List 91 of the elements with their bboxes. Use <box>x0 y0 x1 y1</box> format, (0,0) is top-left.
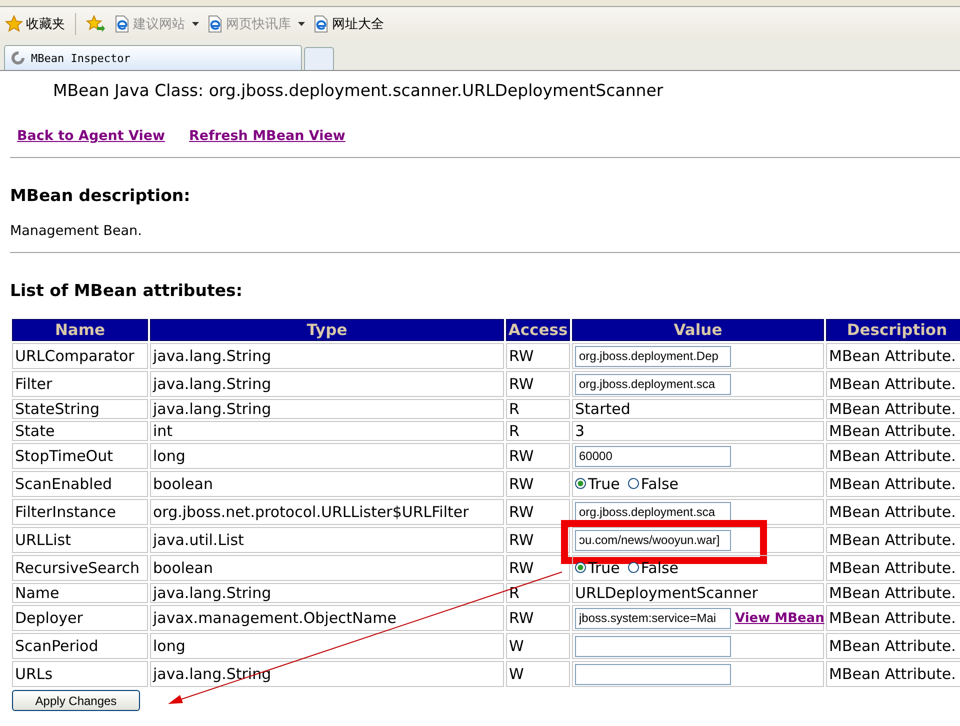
table-cell: Name <box>12 583 148 603</box>
table-cell: int <box>150 421 504 441</box>
table-cell: java.lang.String <box>150 343 504 369</box>
table-cell: RW <box>506 371 570 397</box>
value-text: 3 <box>575 422 585 440</box>
input-field[interactable] <box>575 636 731 656</box>
table-cell: MBean Attribute. <box>826 605 960 631</box>
table-cell: RecursiveSearch <box>12 555 148 581</box>
section-heading: List of MBean attributes: <box>10 281 244 300</box>
input-field[interactable] <box>575 664 731 684</box>
table-cell: long <box>150 633 504 659</box>
table-cell: MBean Attribute. <box>826 555 960 581</box>
add-favorite-icon[interactable] <box>86 14 106 32</box>
description-text: Management Bean. <box>10 223 143 239</box>
table-cell: FilterInstance <box>12 499 148 525</box>
web-page-icon <box>313 14 329 32</box>
page-link[interactable]: Refresh MBean View <box>189 128 346 144</box>
table-cell: ScanEnabled <box>12 471 148 497</box>
table-cell: RW <box>506 555 570 581</box>
table-cell: StateString <box>12 399 148 419</box>
table-cell: boolean <box>150 471 504 497</box>
web-page-icon <box>207 14 223 32</box>
table-cell: RW <box>506 527 570 553</box>
table-cell: RW <box>506 605 570 631</box>
table-cell: RW <box>506 499 570 525</box>
table-cell: MBean Attribute. <box>826 527 960 553</box>
input-field[interactable]: ɔu.com/news/wooyun.war] <box>575 530 731 550</box>
table-cell: MBean Attribute. <box>826 471 960 497</box>
column-header: Value <box>572 319 824 341</box>
table-cell: MBean Attribute. <box>826 661 960 687</box>
table-cell: MBean Attribute. <box>826 421 960 441</box>
table-cell: java.lang.String <box>150 371 504 397</box>
table-cell: RW <box>506 343 570 369</box>
favorites-link-label: 网页快讯库 <box>226 16 291 32</box>
table-cell: StopTimeOut <box>12 443 148 469</box>
table-cell: MBean Attribute. <box>826 633 960 659</box>
star-icon <box>5 14 23 32</box>
table-cell: Filter <box>12 371 148 397</box>
class-name-text: MBean Java Class: org.jboss.deployment.scanner.URLDeploymentScanner <box>52 81 664 100</box>
table-cell: java.lang.String <box>150 399 504 419</box>
loading-icon <box>11 51 25 65</box>
column-header: Access <box>506 319 570 341</box>
input-field[interactable]: 60000 <box>575 446 731 466</box>
page-link[interactable]: Back to Agent View <box>17 128 166 144</box>
table-cell: R <box>506 399 570 419</box>
table-cell: MBean Attribute. <box>826 443 960 469</box>
value-text: URLDeploymentScanner <box>575 584 758 602</box>
radio-option[interactable]: True <box>575 558 620 577</box>
table-cell: javax.management.ObjectName <box>150 605 504 631</box>
table-cell: java.util.List <box>150 527 504 553</box>
web-page-icon <box>114 14 130 32</box>
favorites-link-label: 网址大全 <box>332 16 384 32</box>
table-cell: W <box>506 633 570 659</box>
table-cell: RW <box>506 471 570 497</box>
table-cell: org.jboss.net.protocol.URLLister$URLFilter <box>150 499 504 525</box>
table-cell: URLComparator <box>12 343 148 369</box>
table-cell: MBean Attribute. <box>826 583 960 603</box>
input-field[interactable]: org.jboss.deployment.sca <box>575 374 731 394</box>
input-field[interactable]: jboss.system:service=Mai <box>575 608 731 628</box>
column-header: Type <box>150 319 504 341</box>
browser-tab[interactable]: MBean Inspector <box>4 45 302 70</box>
column-header: Description <box>826 319 960 341</box>
table-cell: W <box>506 661 570 687</box>
table-cell: boolean <box>150 555 504 581</box>
table-cell: MBean Attribute. <box>826 343 960 369</box>
radio-option[interactable]: False <box>628 474 679 493</box>
table-cell: R <box>506 421 570 441</box>
table-cell: MBean Attribute. <box>826 499 960 525</box>
value-text: Started <box>575 400 630 418</box>
radio-option[interactable]: True <box>575 474 620 493</box>
table-cell: MBean Attribute. <box>826 371 960 397</box>
table-cell: Deployer <box>12 605 148 631</box>
view-mbean-link[interactable]: View MBean <box>735 611 824 626</box>
apply-changes-button[interactable]: Apply Changes <box>12 690 140 711</box>
table-cell: URLs <box>12 661 148 687</box>
new-tab-button[interactable] <box>304 47 334 70</box>
column-header: Name <box>12 319 148 341</box>
table-cell: ScanPeriod <box>12 633 148 659</box>
input-field[interactable]: org.jboss.deployment.Dep <box>575 346 731 366</box>
favorites-link-label: 建议网站 <box>133 16 185 32</box>
table-cell: MBean Attribute. <box>826 399 960 419</box>
table-cell: long <box>150 443 504 469</box>
section-heading: MBean description: <box>10 186 192 205</box>
table-cell: java.lang.String <box>150 583 504 603</box>
input-field[interactable]: org.jboss.deployment.sca <box>575 502 731 522</box>
favorites-button[interactable]: 收藏夹 <box>5 14 65 32</box>
table-cell: URLList <box>12 527 148 553</box>
radio-option[interactable]: False <box>628 558 679 577</box>
favorites-link[interactable]: 网址大全 <box>313 14 384 32</box>
table-cell: RW <box>506 443 570 469</box>
table-cell: State <box>12 421 148 441</box>
